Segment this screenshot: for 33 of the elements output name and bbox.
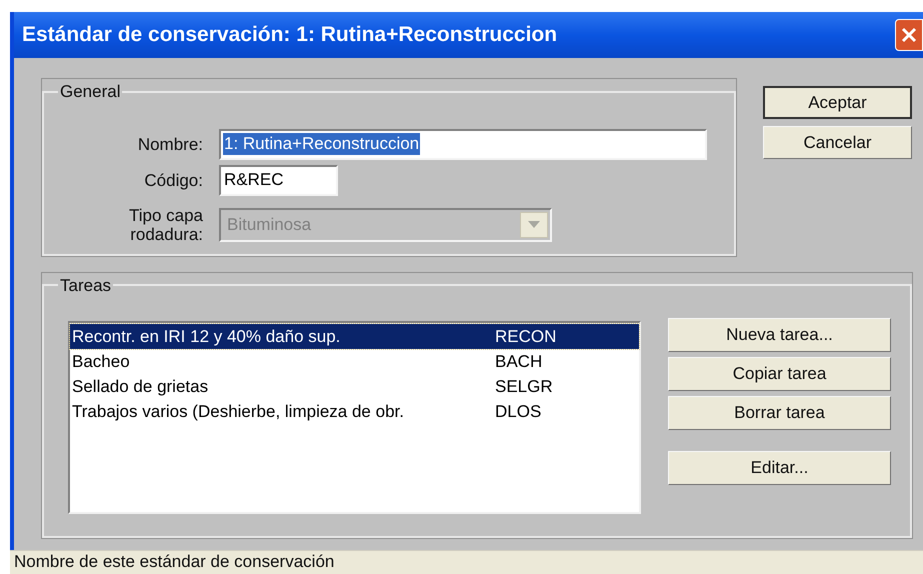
field-value: R&REC: [223, 169, 285, 191]
group-label: Tareas: [59, 274, 112, 296]
task-button[interactable]: Borrar tarea: [668, 396, 891, 430]
task-name: Trabajos varios (Deshierbe, limpieza de obr.: [71, 400, 405, 423]
list-row[interactable]: Trabajos varios (Deshierbe, limpieza de obr. DLOS: [70, 399, 639, 424]
task-name: Sellado de grietas: [71, 376, 210, 398]
list-row[interactable]: Bacheo BACH: [70, 349, 639, 374]
task-code: RECON: [494, 326, 556, 348]
list-row[interactable]: Sellado de grietas SELGR: [70, 374, 639, 399]
task-name: Recontr. en IRI 12 y 40% daño sup.: [71, 326, 342, 348]
field-label: Tipo capa rodadura:: [128, 206, 203, 244]
field-label: Nombre:: [136, 134, 203, 154]
close-button[interactable]: [895, 19, 923, 51]
task-name: Bacheo: [71, 350, 131, 373]
window-title: Estándar de conservación: 1: Rutina+Reconstruccion: [22, 22, 558, 48]
dialog-button[interactable]: Cancelar: [763, 126, 912, 159]
task-button[interactable]: Nueva tarea...: [668, 318, 891, 352]
list-row[interactable]: Recontr. en IRI 12 y 40% daño sup. RECON: [70, 324, 639, 349]
task-list[interactable]: Recontr. en IRI 12 y 40% daño sup. RECON Bacheo BACH Sellado de grietas SELGR Trabajos varios (Deshierbe, limpieza de obr. DLOS: [68, 321, 641, 514]
field-value: 1: Rutina+Reconstruccion: [223, 133, 420, 155]
input-field[interactable]: 1: Rutina+Reconstruccion: [219, 128, 707, 160]
task-code: DLOS: [494, 400, 542, 423]
field-value: Bituminosa: [226, 214, 312, 236]
task-code: SELGR: [494, 376, 553, 398]
group-label: General: [59, 81, 122, 103]
field-label: Código:: [143, 170, 203, 190]
status-bar: Nombre de este estándar de conservación: [10, 550, 923, 574]
dialog-button[interactable]: Aceptar: [763, 86, 912, 119]
close-icon: [900, 26, 918, 44]
input-field[interactable]: R&REC: [219, 164, 338, 196]
task-button[interactable]: Editar...: [668, 451, 891, 485]
task-button[interactable]: Copiar tarea: [668, 357, 891, 391]
task-code: BACH: [494, 350, 542, 373]
